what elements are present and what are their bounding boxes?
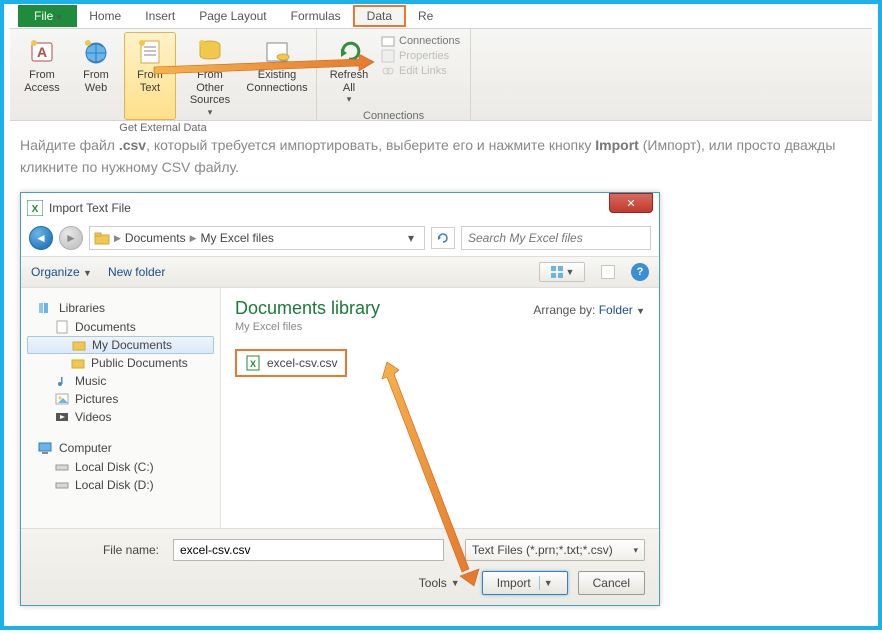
tab-file[interactable]: File ▾ <box>18 5 77 27</box>
dialog-title: Import Text File <box>49 201 131 215</box>
from-access-label: From Access <box>24 69 59 94</box>
drive-icon <box>55 478 69 492</box>
chevron-down-icon[interactable]: ▾ <box>402 227 420 249</box>
chevron-down-icon[interactable]: ▾ <box>452 545 457 556</box>
videos-icon <box>55 410 69 424</box>
forward-button: ► <box>59 226 83 250</box>
tree-pictures[interactable]: Pictures <box>27 390 214 408</box>
tree-local-c[interactable]: Local Disk (C:) <box>27 458 214 476</box>
computer-icon <box>37 440 53 456</box>
existing-connections-icon <box>261 35 293 67</box>
tab-home[interactable]: Home <box>77 5 133 27</box>
tab-formulas[interactable]: Formulas <box>279 5 353 27</box>
tree-my-documents[interactable]: My Documents <box>27 336 214 354</box>
preview-pane-button[interactable] <box>601 265 615 279</box>
tab-page-layout[interactable]: Page Layout <box>187 5 278 27</box>
dialog-titlebar: X Import Text File ✕ <box>21 193 659 223</box>
ribbon-body: A From Access From Web From Text From Ot… <box>10 28 872 120</box>
from-text-label: From Text <box>137 69 163 94</box>
view-mode-button[interactable]: ▼ <box>539 262 585 282</box>
organize-dropdown[interactable]: Organize ▼ <box>31 265 92 279</box>
web-icon <box>80 35 112 67</box>
pictures-icon <box>55 392 69 406</box>
tab-insert[interactable]: Insert <box>133 5 187 27</box>
tab-data[interactable]: Data <box>353 5 406 27</box>
import-button[interactable]: Import▼ <box>482 571 568 595</box>
group-label-connections: Connections <box>323 108 464 125</box>
view-icon <box>550 265 564 279</box>
file-name-input[interactable] <box>173 539 444 561</box>
tree-local-d[interactable]: Local Disk (D:) <box>27 476 214 494</box>
content-pane: Documents library My Excel files Arrange… <box>221 288 659 528</box>
refresh-all-button[interactable]: Refresh All ▾ <box>323 32 375 108</box>
other-sources-icon <box>194 35 226 67</box>
chevron-down-icon: ▾ <box>208 107 213 117</box>
file-name-label: File name: <box>35 543 165 557</box>
existing-connections-label: Existing Connections <box>246 69 307 94</box>
crumb-my-excel-files[interactable]: My Excel files <box>201 231 274 245</box>
refresh-icon <box>436 231 450 245</box>
refresh-location-button[interactable] <box>431 227 455 249</box>
drive-icon <box>55 460 69 474</box>
from-other-sources-button[interactable]: From Other Sources ▾ <box>178 32 242 120</box>
tree-music[interactable]: Music <box>27 372 214 390</box>
tree-libraries[interactable]: Libraries <box>27 298 214 318</box>
navigation-tree: Libraries Documents My Documents Public … <box>21 288 221 528</box>
dialog-footer: File name: ▾ Text Files (*.prn;*.txt;*.c… <box>21 528 659 605</box>
file-type-filter[interactable]: Text Files (*.prn;*.txt;*.csv)▾ <box>465 539 645 561</box>
file-excel-csv[interactable]: X excel-csv.csv <box>235 349 347 377</box>
doc-icon <box>55 320 69 334</box>
new-folder-button[interactable]: New folder <box>108 265 165 279</box>
from-text-button[interactable]: From Text <box>124 32 176 120</box>
from-other-label: From Other Sources <box>183 69 237 107</box>
group-connections: Refresh All ▾ Connections Properties Edi… <box>317 29 471 120</box>
libraries-icon <box>37 300 53 316</box>
existing-connections-button[interactable]: Existing Connections <box>244 32 310 120</box>
refresh-icon <box>333 35 365 67</box>
content-subtitle: My Excel files <box>235 321 380 333</box>
svg-text:X: X <box>250 359 256 369</box>
close-icon: ✕ <box>626 197 635 210</box>
folder-icon <box>71 356 85 370</box>
access-icon: A <box>26 35 58 67</box>
tools-dropdown[interactable]: Tools ▼ <box>419 576 460 590</box>
edit-links-button: Edit Links <box>381 64 460 78</box>
file-name-label: excel-csv.csv <box>267 356 337 370</box>
search-input[interactable] <box>461 226 651 250</box>
from-web-button[interactable]: From Web <box>70 32 122 120</box>
ribbon: File ▾ Home Insert Page Layout Formulas … <box>10 4 872 121</box>
excel-icon: X <box>27 200 43 216</box>
svg-text:X: X <box>32 204 39 215</box>
cancel-button[interactable]: Cancel <box>578 571 645 595</box>
text-file-icon <box>134 35 166 67</box>
content-title: Documents library <box>235 298 380 319</box>
folder-icon <box>94 230 110 246</box>
help-button[interactable]: ? <box>631 263 649 281</box>
tree-documents[interactable]: Documents <box>27 318 214 336</box>
import-text-file-dialog: X Import Text File ✕ ◄ ► ▶ Documents ▶ M… <box>20 192 660 606</box>
group-get-external-data: A From Access From Web From Text From Ot… <box>10 29 317 120</box>
tree-public-documents[interactable]: Public Documents <box>27 354 214 372</box>
refresh-all-label: Refresh All <box>330 69 369 94</box>
from-access-button[interactable]: A From Access <box>16 32 68 120</box>
tree-videos[interactable]: Videos <box>27 408 214 426</box>
nav-row: ◄ ► ▶ Documents ▶ My Excel files ▾ <box>21 223 659 256</box>
properties-button: Properties <box>381 49 460 63</box>
music-icon <box>55 374 69 388</box>
tab-review[interactable]: Re <box>406 5 445 27</box>
dialog-toolbar: Organize ▼ New folder ▼ ? <box>21 256 659 288</box>
crumb-documents[interactable]: Documents <box>125 231 186 245</box>
tree-computer[interactable]: Computer <box>27 438 214 458</box>
back-button[interactable]: ◄ <box>29 226 53 250</box>
breadcrumb[interactable]: ▶ Documents ▶ My Excel files ▾ <box>89 226 425 250</box>
arrange-by[interactable]: Arrange by: Folder ▼ <box>533 303 645 317</box>
close-button[interactable]: ✕ <box>609 193 653 213</box>
folder-icon <box>72 338 86 352</box>
connections-button[interactable]: Connections <box>381 34 460 48</box>
svg-text:A: A <box>37 44 47 60</box>
from-web-label: From Web <box>83 69 109 94</box>
chevron-down-icon: ▾ <box>347 94 352 104</box>
ribbon-tabs: File ▾ Home Insert Page Layout Formulas … <box>10 4 872 28</box>
excel-file-icon: X <box>245 355 261 371</box>
